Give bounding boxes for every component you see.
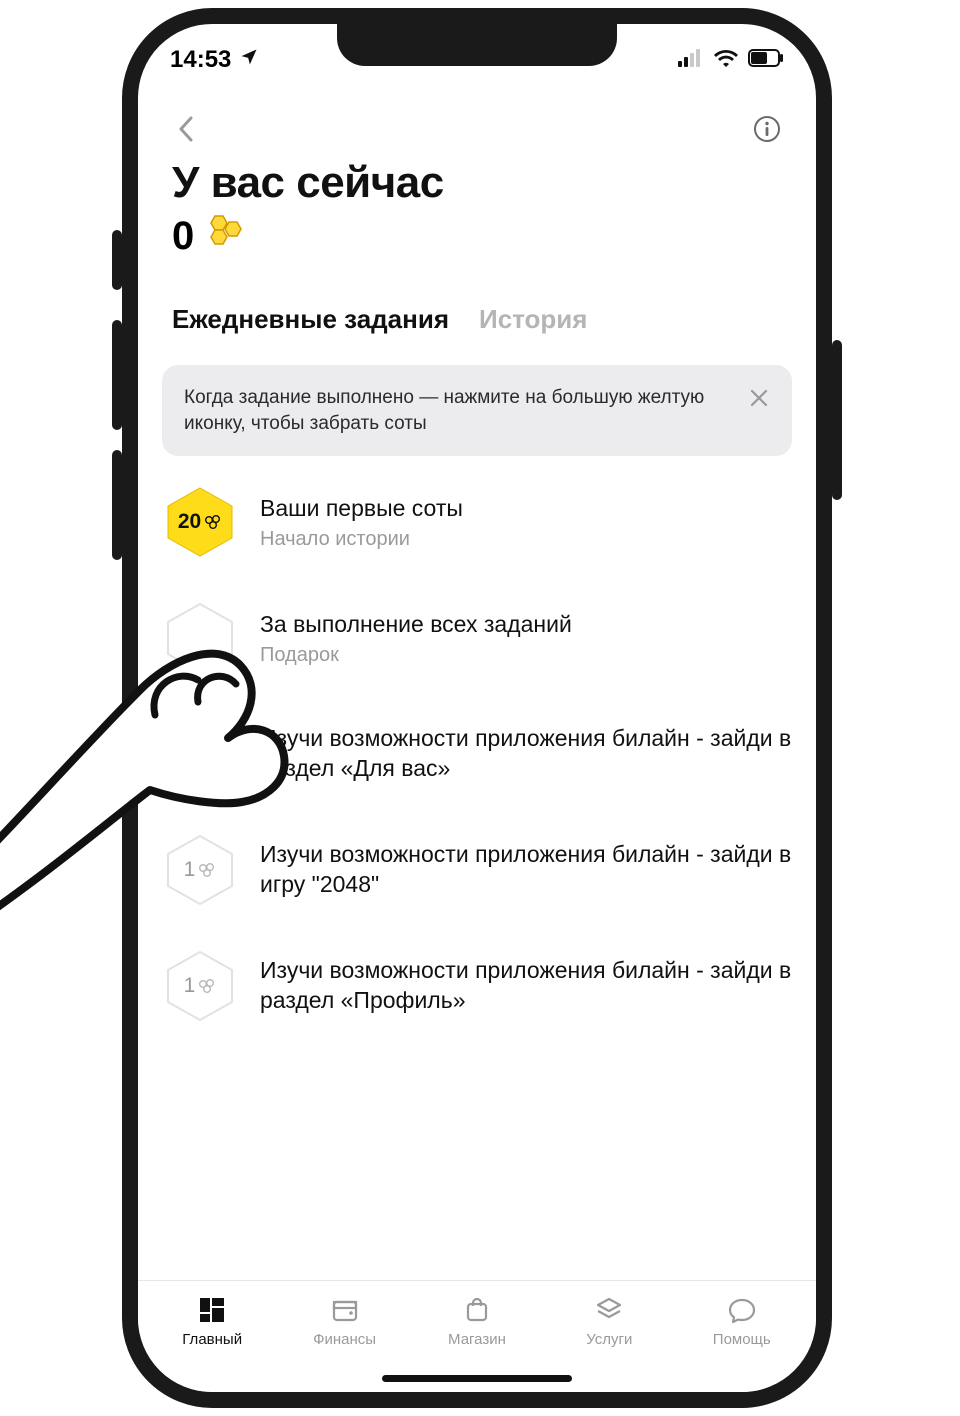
tab-history[interactable]: История bbox=[479, 304, 587, 335]
back-button[interactable] bbox=[172, 115, 200, 143]
tabbar-label: Услуги bbox=[586, 1331, 632, 1348]
task-title: Изучи возможности приложения билайн - за… bbox=[260, 840, 792, 900]
tabs: Ежедневные задания История bbox=[138, 260, 816, 335]
task-reward-hex: 1 bbox=[162, 716, 238, 792]
chat-icon bbox=[727, 1295, 757, 1325]
task-item[interactable]: За выполнение всех заданий Подарок bbox=[162, 600, 792, 676]
tabbar-home[interactable]: Главный bbox=[152, 1295, 272, 1348]
tabbar-help[interactable]: Помощь bbox=[682, 1295, 802, 1348]
hint-close-button[interactable] bbox=[748, 387, 770, 409]
wallet-icon bbox=[330, 1295, 360, 1325]
task-item[interactable]: 1 Изучи возможности приложения билайн - … bbox=[162, 716, 792, 792]
home-icon bbox=[197, 1295, 227, 1325]
signal-icon bbox=[678, 46, 704, 74]
task-list: 20 Ваши первые соты Начало истории bbox=[138, 456, 816, 1024]
task-reward-value: 1 bbox=[184, 974, 196, 998]
task-reward-hex: 1 bbox=[162, 832, 238, 908]
location-icon bbox=[239, 46, 259, 74]
task-reward-value: 20 bbox=[178, 510, 201, 534]
notch bbox=[337, 24, 617, 66]
tabbar-services[interactable]: Услуги bbox=[549, 1295, 669, 1348]
tabbar-label: Главный bbox=[182, 1331, 242, 1348]
hint-banner: Когда задание выполнено — нажмите на бол… bbox=[162, 365, 792, 456]
tabbar-label: Финансы bbox=[313, 1331, 376, 1348]
wifi-icon bbox=[714, 46, 738, 74]
info-button[interactable] bbox=[752, 114, 782, 144]
honeycomb-mini-icon bbox=[204, 513, 222, 531]
task-reward-value: 1 bbox=[184, 858, 196, 882]
task-title: Ваши первые соты bbox=[260, 494, 792, 524]
task-item[interactable]: 20 Ваши первые соты Начало истории bbox=[162, 484, 792, 560]
honeycomb-icon bbox=[204, 212, 248, 260]
tab-daily-tasks[interactable]: Ежедневные задания bbox=[172, 304, 449, 335]
balance-value: 0 bbox=[172, 214, 194, 259]
layers-icon bbox=[594, 1295, 624, 1325]
task-reward-hex[interactable]: 20 bbox=[162, 484, 238, 560]
hint-text: Когда задание выполнено — нажмите на бол… bbox=[184, 385, 734, 436]
honeycomb-mini-icon bbox=[198, 977, 216, 995]
tabbar-label: Магазин bbox=[448, 1331, 506, 1348]
page-title: У вас сейчас bbox=[172, 158, 782, 208]
task-reward-value: 1 bbox=[184, 742, 196, 766]
task-reward-hex: 1 bbox=[162, 948, 238, 1024]
honeycomb-balance: 0 bbox=[172, 212, 782, 260]
task-title: Изучи возможности приложения билайн - за… bbox=[260, 724, 792, 784]
phone-frame: 14:53 bbox=[122, 8, 832, 1408]
tabbar-finance[interactable]: Финансы bbox=[285, 1295, 405, 1348]
task-subtitle: Начало истории bbox=[260, 528, 792, 551]
honeycomb-mini-icon bbox=[198, 745, 216, 763]
battery-icon bbox=[748, 46, 784, 74]
task-item[interactable]: 1 Изучи возможности приложения билайн - … bbox=[162, 948, 792, 1024]
task-reward-hex bbox=[162, 600, 238, 676]
tabbar-label: Помощь bbox=[713, 1331, 771, 1348]
task-title: Изучи возможности приложения билайн - за… bbox=[260, 956, 792, 1016]
bag-icon bbox=[462, 1295, 492, 1325]
task-item[interactable]: 1 Изучи возможности приложения билайн - … bbox=[162, 832, 792, 908]
tabbar-store[interactable]: Магазин bbox=[417, 1295, 537, 1348]
honeycomb-mini-icon bbox=[198, 861, 216, 879]
task-title: За выполнение всех заданий bbox=[260, 610, 792, 640]
home-indicator bbox=[382, 1375, 572, 1382]
status-time: 14:53 bbox=[170, 46, 231, 74]
task-subtitle: Подарок bbox=[260, 644, 792, 667]
